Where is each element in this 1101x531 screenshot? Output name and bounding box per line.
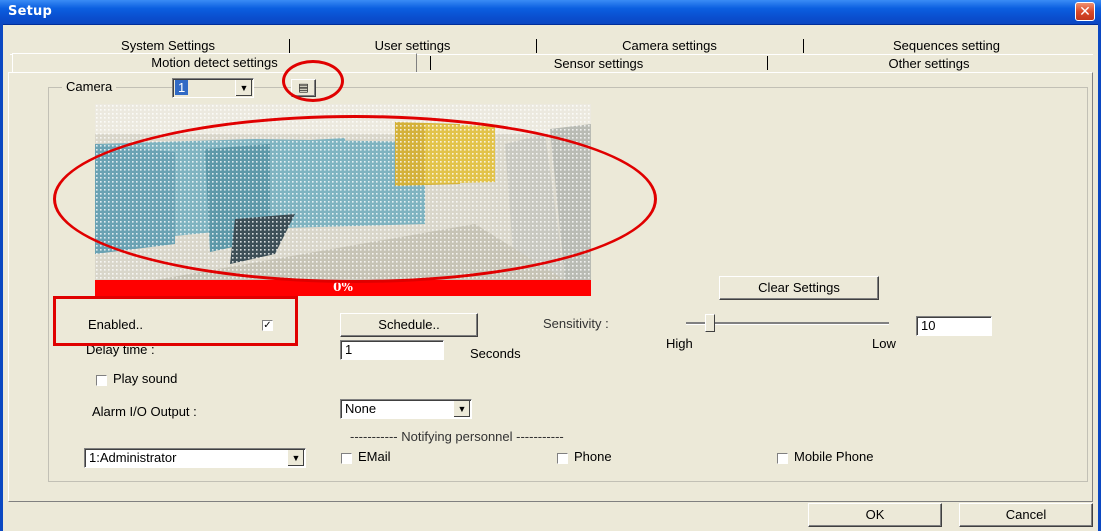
alarm-output-value: None (345, 401, 377, 416)
delay-input[interactable]: 1 (340, 340, 444, 360)
mobile-phone-checkbox[interactable] (777, 453, 788, 464)
email-label: EMail (358, 449, 391, 464)
tab-camera-settings[interactable]: Camera settings (537, 37, 802, 55)
sensitivity-input[interactable]: 10 (916, 316, 992, 336)
alarm-output-label: Alarm I/O Output : (92, 404, 197, 419)
window-title: Setup (8, 4, 52, 19)
annotation-circle-paste (282, 60, 344, 102)
phone-checkbox[interactable] (557, 453, 568, 464)
annotation-ellipse-preview (53, 115, 657, 283)
play-sound-checkbox[interactable] (96, 375, 107, 386)
play-sound-label: Play sound (113, 371, 178, 386)
sensitivity-high-label: High (666, 336, 693, 351)
camera-label: Camera (62, 79, 117, 94)
annotation-rect-enabled (53, 296, 298, 346)
ok-button[interactable]: OK (808, 503, 942, 527)
tab-sensor-settings[interactable]: Sensor settings (431, 55, 766, 73)
sensitivity-low-label: Low (872, 336, 896, 351)
email-checkbox[interactable] (341, 453, 352, 464)
title-bar: Setup ✕ (0, 0, 1101, 25)
chevron-down-icon: ▼ (453, 401, 470, 417)
groupbox-line (118, 87, 168, 88)
close-icon: ✕ (1079, 3, 1091, 19)
notify-header: ----------- Notifying personnel --------… (350, 429, 564, 444)
chevron-down-icon: ▼ (287, 450, 304, 466)
mobile-phone-label: Mobile Phone (794, 449, 874, 464)
seconds-label: Seconds (470, 346, 521, 361)
sensitivity-slider-track (686, 322, 889, 325)
alarm-output-select[interactable]: None ▼ (340, 399, 472, 419)
close-button[interactable]: ✕ (1075, 2, 1095, 21)
tab-motion-detect-settings[interactable]: Motion detect settings (12, 53, 417, 73)
phone-label: Phone (574, 449, 612, 464)
notify-user-select[interactable]: 1:Administrator ▼ (84, 448, 306, 468)
chevron-down-icon: ▼ (235, 80, 252, 96)
tab-sequences-setting[interactable]: Sequences setting (804, 37, 1089, 55)
sensitivity-slider-thumb[interactable] (705, 314, 715, 332)
clear-settings-button[interactable]: Clear Settings (719, 276, 879, 300)
camera-select[interactable]: 1 ▼ (172, 78, 254, 98)
cancel-button[interactable]: Cancel (959, 503, 1093, 527)
camera-select-value: 1 (175, 80, 189, 95)
sensitivity-label: Sensitivity : (543, 316, 609, 331)
notify-user-value: 1:Administrator (89, 450, 177, 465)
tab-other-settings[interactable]: Other settings (768, 55, 1090, 73)
schedule-button[interactable]: Schedule.. (340, 313, 478, 337)
